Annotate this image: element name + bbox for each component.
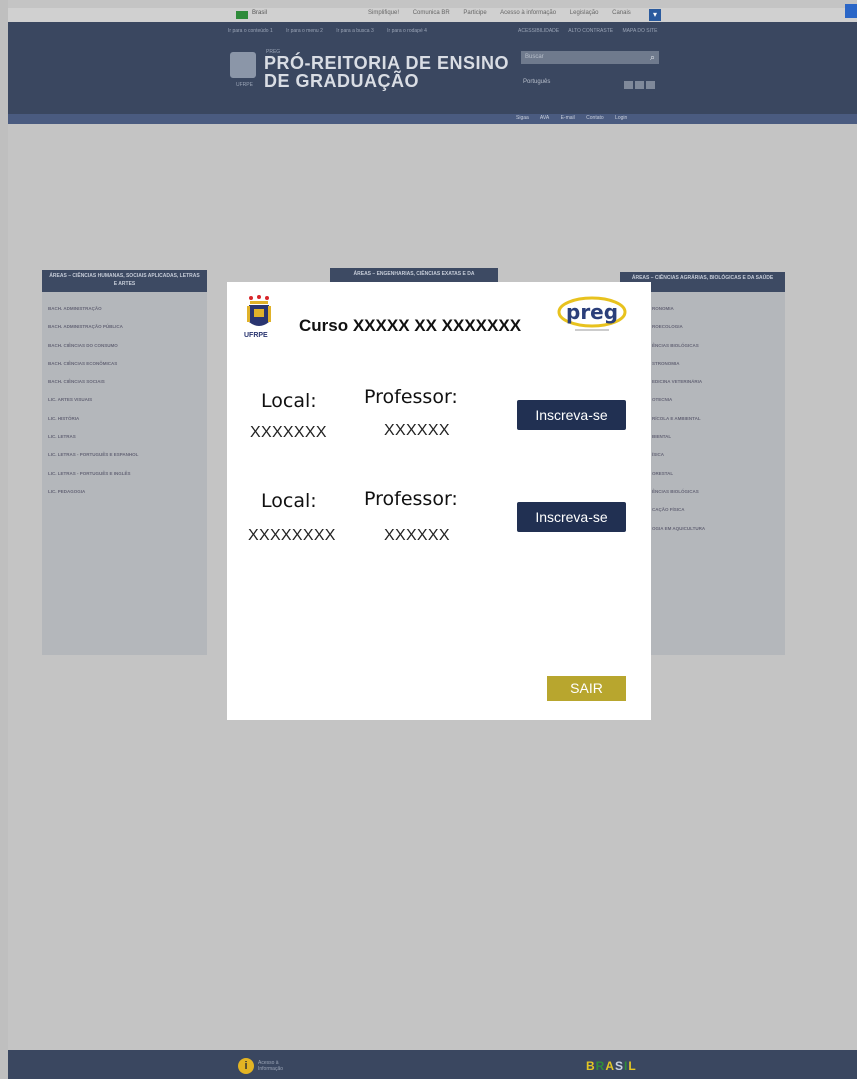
gov-link[interactable]: Participe	[463, 10, 486, 16]
gov-link[interactable]: Legislação	[570, 10, 599, 16]
aux-link[interactable]: ALTO CONTRASTE	[568, 28, 613, 34]
site-footer: i Acesso à Informação BRASIL	[8, 1050, 857, 1079]
exit-button[interactable]: SAIR	[547, 676, 626, 701]
brasil-letter: A	[605, 1059, 616, 1073]
panel-heading: ÁREAS – CIÊNCIAS HUMANAS, SOCIAIS APLICA…	[42, 270, 207, 292]
aux-link[interactable]: ACESSIBILIDADE	[518, 28, 559, 34]
info-icon[interactable]: i	[238, 1058, 254, 1074]
nav-links: Sigaa AVA E-mail Contato Login	[516, 115, 637, 121]
local-value: XXXXXXXX	[248, 527, 336, 544]
course-link[interactable]: LIC. HISTÓRIA	[48, 410, 201, 428]
site-title[interactable]: PRÓ-REITORIA DE ENSINO DE GRADUAÇÃO	[264, 54, 509, 90]
social-buttons	[622, 76, 655, 94]
course-link[interactable]: ÊNCIAS BIOLÓGICAS	[652, 337, 785, 355]
brazil-flag-icon	[236, 11, 248, 19]
accessibility-shortcuts: Ir para o conteúdo 1 Ir para o menu 2 Ir…	[228, 28, 439, 34]
search-placeholder: Buscar	[525, 54, 544, 60]
course-link[interactable]: LIC. LETRAS	[48, 428, 201, 446]
nav-link[interactable]: Login	[615, 115, 627, 121]
brasil-letter: R	[595, 1059, 606, 1073]
site-header: Ir para o conteúdo 1 Ir para o menu 2 Ir…	[8, 22, 857, 114]
gov-links: Simplifique! Comunica BR Participe Acess…	[368, 10, 643, 16]
local-value: XXXXXXX	[250, 424, 327, 441]
social-icon[interactable]	[635, 81, 644, 89]
course-link[interactable]: BACH. CIÊNCIAS ECONÔMICAS	[48, 355, 201, 373]
course-link[interactable]: BACH. CIÊNCIAS SOCIAIS	[48, 373, 201, 391]
course-modal: UFRPE Curso XXXXX XX XXXXXXX preg Local:…	[227, 282, 651, 720]
professor-label: Professor:	[364, 488, 458, 510]
course-link[interactable]: LIC. PEDAGOGIA	[48, 483, 201, 501]
nav-link[interactable]: E-mail	[561, 115, 575, 121]
enroll-button[interactable]: Inscreva-se	[517, 400, 626, 430]
nav-bar: Sigaa AVA E-mail Contato Login	[8, 114, 857, 124]
brasil-letter: S	[615, 1059, 625, 1073]
course-link[interactable]: RONOMIA	[652, 300, 785, 318]
aux-link[interactable]: MAPA DO SITE	[622, 28, 657, 34]
gov-link[interactable]: Canais	[612, 10, 631, 16]
search-input[interactable]: Buscar ⌕	[521, 51, 659, 64]
gov-link[interactable]: Simplifique!	[368, 10, 399, 16]
brasil-letter: B	[586, 1059, 596, 1073]
course-link[interactable]: BACH. ADMINISTRAÇÃO PÚBLICA	[48, 318, 201, 336]
aux-links: ACESSIBILIDADE ALTO CONTRASTE MAPA DO SI…	[518, 28, 665, 34]
ufrpe-logo-icon[interactable]	[230, 52, 256, 78]
professor-label: Professor:	[364, 386, 458, 408]
course-link[interactable]: CAÇÃO FÍSICA	[652, 501, 785, 519]
professor-value: XXXXXX	[384, 527, 450, 544]
site-title-line1: PRÓ-REITORIA DE ENSINO	[264, 53, 510, 73]
area-panel-humanas: ÁREAS – CIÊNCIAS HUMANAS, SOCIAIS APLICA…	[42, 270, 207, 655]
gov-link[interactable]: Acesso à informação	[500, 10, 556, 16]
brasil-letter: L	[628, 1059, 637, 1073]
nav-link[interactable]: Sigaa	[516, 115, 529, 121]
modal-title: Curso XXXXX XX XXXXXXX	[299, 316, 522, 335]
course-link[interactable]: EDICINA VETERINÁRIA	[652, 373, 785, 391]
shortcut-link[interactable]: Ir para o rodapé 4	[387, 28, 427, 34]
shortcut-link[interactable]: Ir para o conteúdo 1	[228, 28, 273, 34]
gov-bar-label[interactable]: Brasil	[252, 10, 267, 16]
course-link[interactable]: BACH. ADMINISTRAÇÃO	[48, 300, 201, 318]
course-link[interactable]: BIENTAL	[652, 428, 785, 446]
course-list: BACH. ADMINISTRAÇÃO BACH. ADMINISTRAÇÃO …	[42, 292, 207, 509]
enroll-button[interactable]: Inscreva-se	[517, 502, 626, 532]
shortcut-link[interactable]: Ir para a busca 3	[336, 28, 374, 34]
gov-link[interactable]: Comunica BR	[413, 10, 450, 16]
brasil-logo[interactable]: BRASIL	[586, 1059, 637, 1073]
gov-menu-button[interactable]: ▾	[649, 9, 661, 21]
site-title-line2: DE GRADUAÇÃO	[264, 71, 420, 91]
local-label: Local:	[261, 490, 317, 512]
access-info-link[interactable]: Acesso à Informação	[258, 1060, 283, 1072]
course-link[interactable]: OTECNIA	[652, 391, 785, 409]
vlibras-icon[interactable]	[845, 4, 857, 18]
shortcut-link[interactable]: Ir para o menu 2	[286, 28, 323, 34]
search-icon[interactable]: ⌕	[650, 52, 655, 63]
logo-caption: UFRPE	[236, 82, 253, 88]
professor-value: XXXXXX	[384, 422, 450, 439]
course-link[interactable]: RÍCOLA E AMBIENTAL	[652, 410, 785, 428]
course-link[interactable]: BACH. CIÊNCIAS DO CONSUMO	[48, 337, 201, 355]
nav-link[interactable]: AVA	[540, 115, 549, 121]
course-link[interactable]: ÍSICA	[652, 446, 785, 464]
course-link[interactable]: ÊNCIAS BIOLÓGICAS	[652, 483, 785, 501]
course-link[interactable]: OGIA EM AQUICULTURA	[652, 520, 785, 538]
preg-wordmark: preg	[566, 300, 619, 324]
course-link[interactable]: LIC. ARTES VISUAIS	[48, 391, 201, 409]
social-icon[interactable]	[646, 81, 655, 89]
course-link[interactable]: ROECOLOGIA	[652, 318, 785, 336]
nav-link[interactable]: Contato	[586, 115, 604, 121]
gov-bar: Brasil Simplifique! Comunica BR Particip…	[8, 8, 857, 22]
course-link[interactable]: ORESTAL	[652, 465, 785, 483]
course-link[interactable]: LIC. LETRAS - PORTUGUÊS E ESPANHOL	[48, 446, 201, 464]
course-link[interactable]: STRONOMIA	[652, 355, 785, 373]
language-select[interactable]: Português	[523, 79, 550, 85]
access-info-line2: Informação	[258, 1066, 284, 1072]
social-icon[interactable]	[624, 81, 633, 89]
ufrpe-label: UFRPE	[244, 332, 268, 339]
course-link[interactable]: LIC. LETRAS - PORTUGUÊS E INGLÊS	[48, 465, 201, 483]
local-label: Local:	[261, 390, 317, 412]
